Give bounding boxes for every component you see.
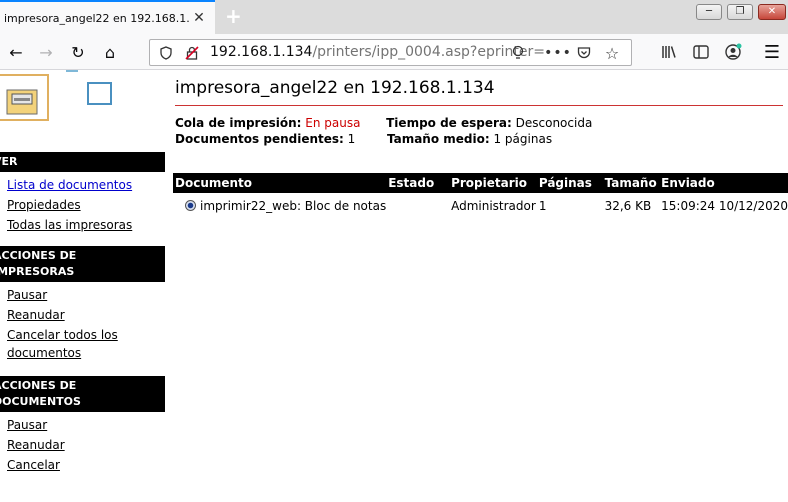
- column-header-size: Tamaño: [602, 173, 660, 193]
- url-text: 192.168.1.134/printers/ipp_0004.asp?epri…: [210, 44, 545, 60]
- close-icon[interactable]: ✕: [189, 10, 209, 26]
- active-tab[interactable]: impresora_angel22 en 192.168.1.134 ✕: [0, 0, 215, 34]
- avg-size-label: Tamaño medio:: [386, 132, 490, 146]
- insecure-lock-icon[interactable]: [182, 43, 202, 63]
- column-header-document: Documento: [173, 173, 387, 193]
- queue-status: En pausa: [305, 116, 361, 130]
- job-status-cell: [386, 193, 449, 219]
- reload-icon[interactable]: ↻: [66, 40, 90, 64]
- column-header-pages: Páginas: [536, 173, 603, 193]
- address-bar[interactable]: 192.168.1.134/printers/ipp_0004.asp?epri…: [149, 39, 632, 66]
- account-icon[interactable]: [721, 40, 745, 64]
- minimize-icon[interactable]: ─: [696, 4, 722, 20]
- job-size-cell: 32,6 KB: [604, 199, 652, 213]
- cancel-all-documents-link-line2[interactable]: documentos: [0, 344, 165, 362]
- document-actions-heading: ACCIONES DE DOCUMENTOS: [0, 376, 165, 412]
- document-pause-link[interactable]: Pausar: [0, 416, 165, 434]
- job-document-name: imprimir22_web: Bloc de notas: [200, 199, 387, 213]
- forward-arrow-icon[interactable]: →: [34, 40, 58, 64]
- cancel-all-documents-link[interactable]: Cancelar todos los: [0, 326, 165, 344]
- job-document-cell[interactable]: imprimir22_web: Bloc de notas: [173, 193, 386, 219]
- url-host: 192.168.1.134: [210, 44, 313, 60]
- pocket-icon[interactable]: [574, 43, 594, 63]
- window-close-icon[interactable]: ✕: [758, 4, 786, 20]
- lightbulb-icon[interactable]: [508, 43, 528, 63]
- printer-status-info: Cola de impresión: En pausa Tiempo de es…: [175, 116, 783, 148]
- pending-docs-label: Documentos pendientes:: [175, 132, 344, 146]
- back-arrow-icon[interactable]: ←: [4, 40, 28, 64]
- page-title: impresora_angel22 en 192.168.1.134: [175, 78, 495, 98]
- main-panel: impresora_angel22 en 192.168.1.134 Cola …: [175, 70, 783, 148]
- avg-size-value: 1 páginas: [493, 132, 553, 146]
- document-resume-link[interactable]: Reanudar: [0, 436, 165, 454]
- table-row[interactable]: imprimir22_web: Bloc de notas Administra…: [173, 193, 788, 219]
- tab-title: impresora_angel22 en 192.168.1.134: [4, 11, 189, 25]
- sidebar-link-document-list[interactable]: Lista de documentos: [0, 176, 165, 194]
- printer-logo: [0, 70, 120, 150]
- column-header-owner: Propietario: [449, 173, 537, 193]
- sidebar-toggle-icon[interactable]: [689, 40, 713, 64]
- job-owner-cell: Administrador: [451, 199, 536, 213]
- sidebar-link-all-printers[interactable]: Todas las impresoras: [0, 216, 165, 234]
- shield-icon[interactable]: [156, 43, 176, 63]
- print-jobs-table: Documento Estado Propietario Páginas Tam…: [173, 173, 788, 219]
- job-sent-cell: 15:09:24 10/12/2020: [661, 199, 788, 213]
- sidebar-link-properties[interactable]: Propiedades: [0, 196, 165, 214]
- table-header-row: Documento Estado Propietario Páginas Tam…: [173, 173, 788, 193]
- column-header-status: Estado: [386, 173, 450, 193]
- tab-strip: impresora_angel22 en 192.168.1.134 ✕ + ─…: [0, 0, 788, 34]
- document-cancel-link[interactable]: Cancelar: [0, 456, 165, 474]
- sidebar: VER Lista de documentos Propiedades Toda…: [0, 152, 165, 474]
- printer-resume-link[interactable]: Reanudar: [0, 306, 165, 324]
- menu-icon[interactable]: ☰: [760, 40, 784, 64]
- job-select-radio[interactable]: [185, 200, 196, 211]
- printer-pause-link[interactable]: Pausar: [0, 286, 165, 304]
- home-icon[interactable]: ⌂: [98, 40, 122, 64]
- navigation-toolbar: ← → ↻ ⌂ 192.168.1.134/printers/ipp_0004.…: [0, 34, 788, 70]
- pending-docs-value: 1: [347, 132, 356, 146]
- column-header-sent: Enviado: [659, 173, 788, 193]
- wait-time-label: Tiempo de espera:: [386, 116, 512, 130]
- printer-actions-heading: ACCIONES DE IMPRESORAS: [0, 246, 165, 282]
- job-pages-cell: 1: [538, 199, 547, 213]
- title-divider: [175, 105, 783, 106]
- queue-label: Cola de impresión:: [175, 116, 302, 130]
- more-actions-icon[interactable]: •••: [544, 43, 571, 63]
- library-icon[interactable]: [657, 40, 681, 64]
- ver-heading: VER: [0, 152, 165, 172]
- wait-time-value: Desconocida: [515, 116, 593, 130]
- bookmark-star-icon[interactable]: ☆: [602, 43, 622, 63]
- page-content: VER Lista de documentos Propiedades Toda…: [0, 70, 788, 502]
- new-tab-icon[interactable]: +: [225, 4, 242, 28]
- restore-icon[interactable]: ❐: [727, 4, 753, 20]
